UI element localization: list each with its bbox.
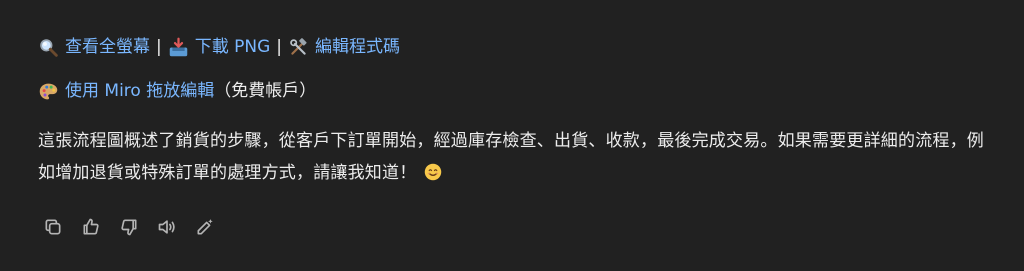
download-png-link[interactable]: 下載 PNG [195,34,271,60]
smiling-face-icon [424,163,442,181]
message-actions [42,216,232,238]
edit-magic-icon [197,219,213,235]
copy-icon [45,219,61,235]
edit-in-canvas-button[interactable] [194,216,216,238]
miro-note: （免費帳戶） [214,81,317,101]
good-response-button[interactable] [80,216,102,238]
message-paragraph: 這張流程圖概述了銷貨的步驟，從客戶下訂單開始，經過庫存檢查、出貨、收款，最後完成… [38,125,996,189]
hammer-wrench-icon [288,37,309,58]
thumbs-up-icon [83,218,99,235]
magnifier-icon [38,37,59,58]
action-links-row: 查看全螢幕 | 下載 PNG | 編輯程式碼 [38,34,400,60]
edit-code-link[interactable]: 編輯程式碼 [315,34,400,60]
miro-row: 使用 Miro 拖放編輯 （免費帳戶） [38,78,316,104]
palette-icon [38,81,59,102]
thumbs-down-icon [121,219,137,236]
message-text: 這張流程圖概述了銷貨的步驟，從客戶下訂單開始，經過庫存檢查、出貨、收款，最後完成… [38,131,984,183]
bad-response-button[interactable] [118,216,140,238]
miro-edit-link[interactable]: 使用 Miro 拖放編輯 [65,78,214,104]
copy-button[interactable] [42,216,64,238]
inbox-tray-icon [168,37,189,58]
read-aloud-button[interactable] [156,216,178,238]
separator: | [156,37,162,57]
view-fullscreen-link[interactable]: 查看全螢幕 [65,34,150,60]
separator: | [276,37,283,57]
read-aloud-icon [158,220,175,234]
